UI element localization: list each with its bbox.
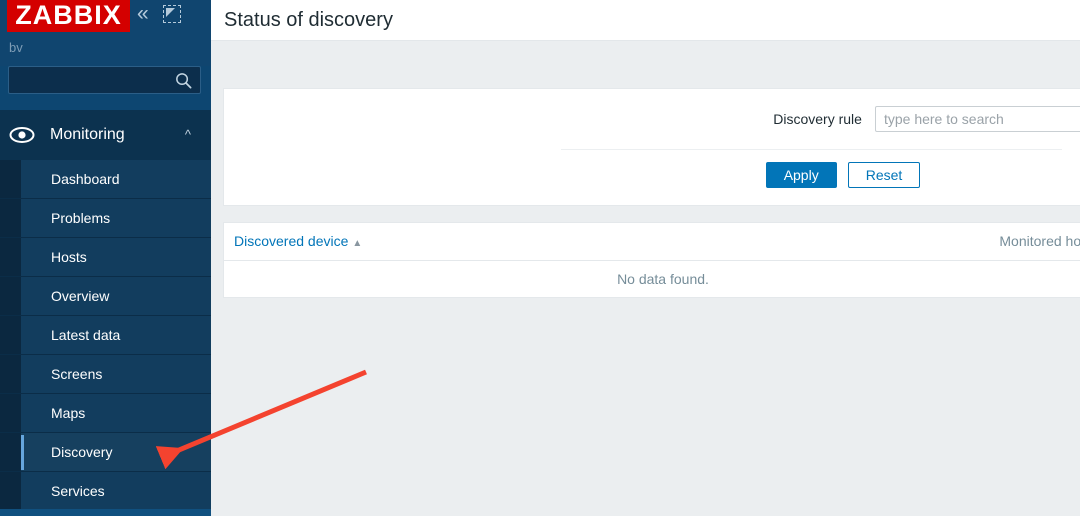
table-header-cell[interactable]: Discovered device ▲ xyxy=(224,223,724,261)
chevron-double-left-icon[interactable]: « xyxy=(137,3,149,24)
sort-ascending-icon: ▲ xyxy=(352,238,363,250)
sidebar-item-gutter xyxy=(0,316,21,354)
filter-row-discovery-rule: Discovery rule xyxy=(224,89,1080,149)
sidebar-footer-strip xyxy=(0,509,211,516)
main-content: Status of discovery Discovery rule Apply… xyxy=(211,0,1080,516)
kiosk-expand-icon[interactable] xyxy=(162,4,181,23)
sidebar-item-gutter xyxy=(0,472,21,510)
sidebar-section-label: Monitoring xyxy=(50,126,125,143)
sidebar-item-maps[interactable]: Maps xyxy=(0,394,211,433)
zabbix-logo[interactable]: ZABBIX xyxy=(7,0,130,32)
sidebar-item-overview[interactable]: Overview xyxy=(0,277,211,316)
app-root: ZABBIX « bv Monitoring ^ Dashboard Probl… xyxy=(0,0,1080,516)
no-data-message: No data found. xyxy=(617,270,709,287)
sidebar-search-wrap xyxy=(0,66,211,110)
sidebar-selected-indicator xyxy=(21,435,24,470)
sidebar-top: ZABBIX « bv xyxy=(0,0,211,66)
table-empty-row: No data found. xyxy=(224,260,1080,297)
sidebar-item-label: Maps xyxy=(51,405,86,421)
sidebar-item-label: Dashboard xyxy=(51,171,120,187)
discovery-table-panel: Discovered device ▲ Monitored host No data… xyxy=(223,222,1080,298)
sidebar-item-gutter xyxy=(0,160,21,198)
filter-actions: Apply Reset xyxy=(224,162,1080,188)
sidebar-icon-group: « xyxy=(137,3,181,24)
sidebar-section-monitoring[interactable]: Monitoring ^ xyxy=(0,110,211,160)
page-title: Status of discovery xyxy=(224,8,393,31)
page-header: Status of discovery xyxy=(211,0,1080,41)
discovery-rule-input[interactable] xyxy=(874,106,1080,132)
sidebar: ZABBIX « bv Monitoring ^ Dashboard Probl… xyxy=(0,0,211,516)
sidebar-item-label: Problems xyxy=(51,210,111,226)
server-name-label: bv xyxy=(9,40,23,55)
search-input[interactable] xyxy=(9,67,200,93)
table-header-label: Monitored host xyxy=(999,233,1080,250)
sidebar-item-gutter xyxy=(0,394,21,432)
sidebar-item-latest-data[interactable]: Latest data xyxy=(0,316,211,355)
sidebar-item-label: Discovery xyxy=(51,444,113,460)
table-header-label[interactable]: Discovered device xyxy=(234,233,348,249)
sidebar-item-gutter xyxy=(0,433,21,471)
sidebar-item-label: Screens xyxy=(51,366,103,382)
discovery-table: Discovered device ▲ Monitored host No data… xyxy=(224,223,1080,297)
search-box[interactable] xyxy=(8,66,201,94)
sidebar-item-dashboard[interactable]: Dashboard xyxy=(0,160,211,199)
table-body: No data found. xyxy=(224,260,1080,297)
sidebar-item-label: Services xyxy=(51,483,105,499)
sidebar-item-hosts[interactable]: Hosts xyxy=(0,238,211,277)
sidebar-item-problems[interactable]: Problems xyxy=(0,199,211,238)
eye-icon xyxy=(9,127,35,143)
sidebar-item-services[interactable]: Services xyxy=(0,472,211,511)
filter-panel: Discovery rule Apply Reset xyxy=(223,88,1080,206)
reset-button[interactable]: Reset xyxy=(847,162,921,188)
table-header-row: Discovered device ▲ Monitored host xyxy=(224,223,1080,261)
table-head: Discovered device ▲ Monitored host xyxy=(224,223,1080,261)
sidebar-item-label: Overview xyxy=(51,288,110,304)
apply-button[interactable]: Apply xyxy=(765,162,837,188)
sidebar-item-discovery[interactable]: Discovery xyxy=(0,433,211,472)
search-icon xyxy=(176,73,192,89)
sidebar-item-label: Hosts xyxy=(51,249,87,265)
sidebar-nav-list: Dashboard Problems Hosts Overview Latest dat… xyxy=(0,160,211,511)
sidebar-item-screens[interactable]: Screens xyxy=(0,355,211,394)
table-header-cell: Monitored host xyxy=(723,223,1080,261)
filter-divider xyxy=(561,149,1062,150)
chevron-up-icon[interactable]: ^ xyxy=(185,127,191,142)
sidebar-item-gutter xyxy=(0,199,21,237)
discovery-rule-label: Discovery rule xyxy=(773,111,862,127)
sidebar-item-gutter xyxy=(0,277,21,315)
sidebar-item-gutter xyxy=(0,238,21,276)
sidebar-item-gutter xyxy=(0,355,21,393)
sidebar-item-label: Latest data xyxy=(51,327,121,343)
